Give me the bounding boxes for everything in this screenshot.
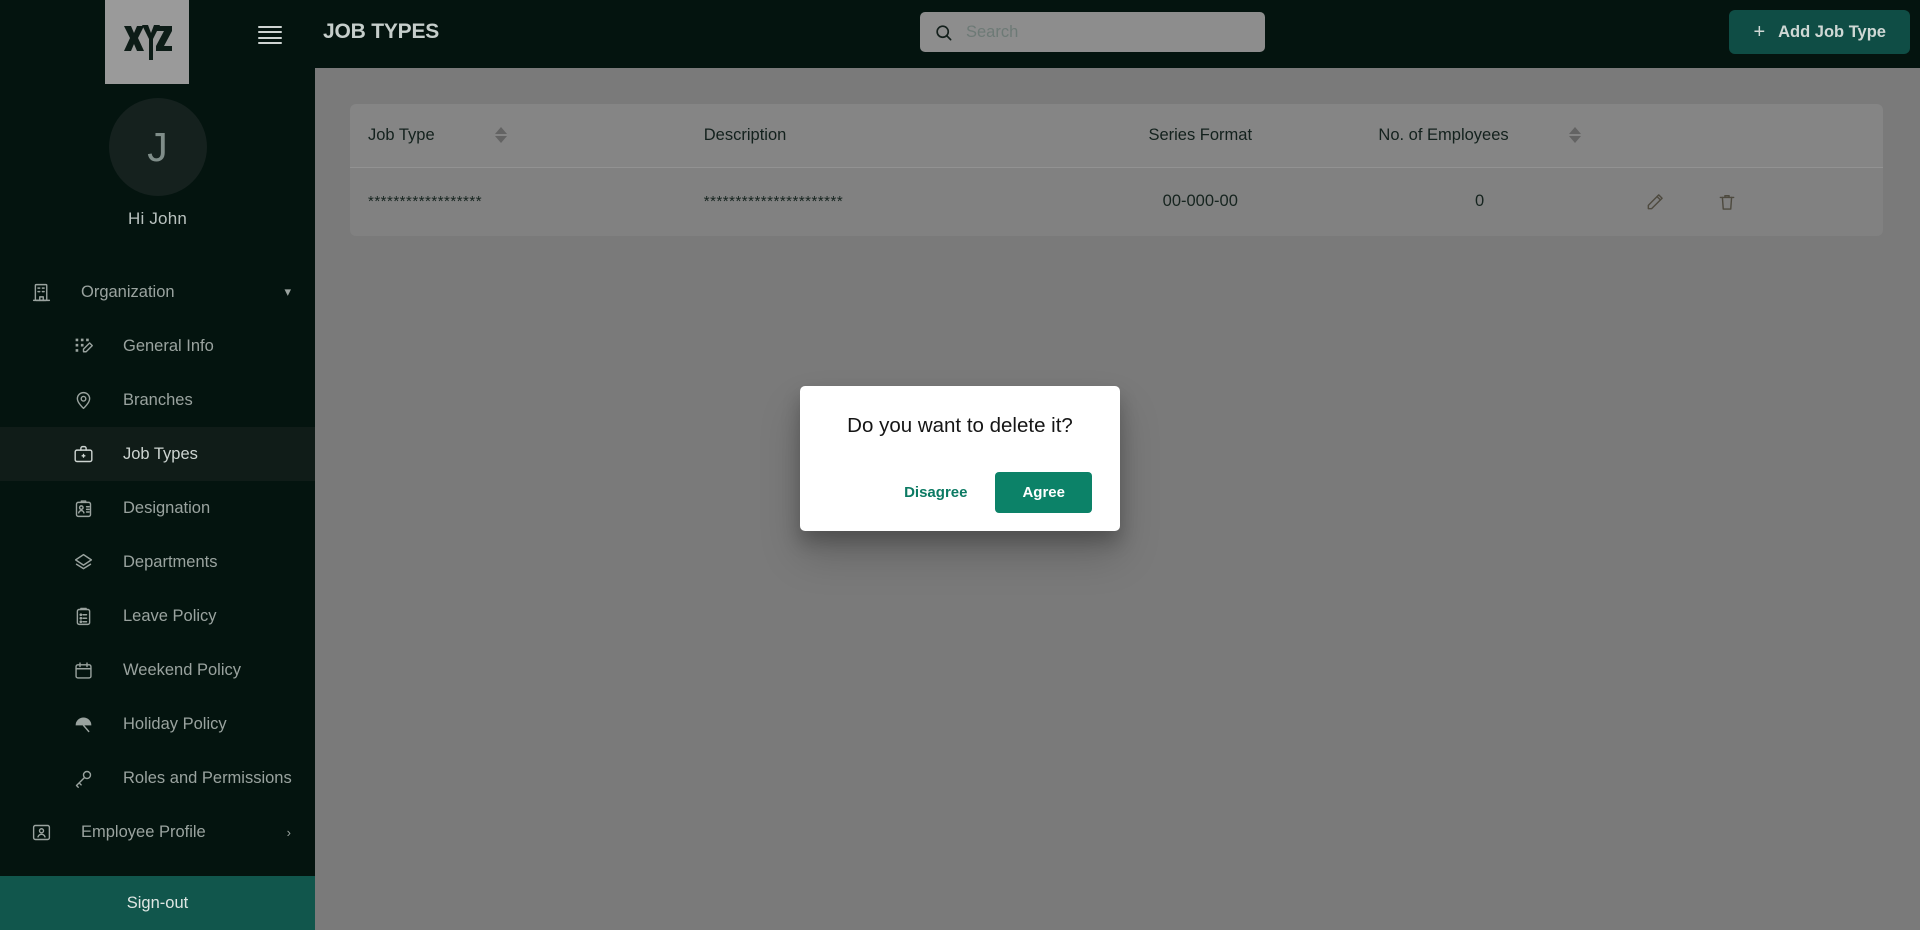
- agree-button[interactable]: Agree: [995, 472, 1092, 513]
- delete-confirm-dialog: Do you want to delete it? Disagree Agree: [800, 386, 1120, 531]
- app-root: J Hi John Organization ▾ General Info Br…: [0, 0, 1920, 930]
- dialog-actions: Disagree Agree: [828, 472, 1092, 513]
- dialog-title: Do you want to delete it?: [847, 414, 1073, 437]
- disagree-button[interactable]: Disagree: [888, 474, 983, 511]
